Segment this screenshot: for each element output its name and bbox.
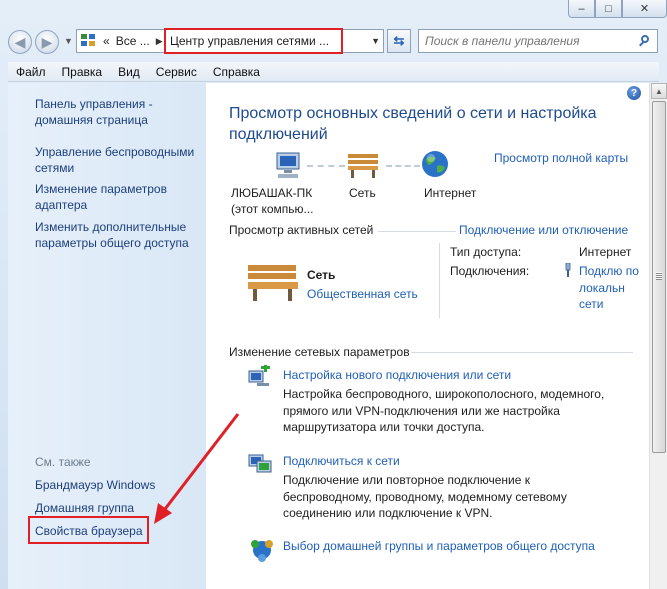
address-segment-current[interactable]: Центр управления сетями ... <box>164 28 343 54</box>
properties-divider <box>439 243 440 318</box>
address-overflow[interactable]: « <box>103 34 110 48</box>
local-connection-link[interactable]: Подклю по локальн сети <box>579 263 639 313</box>
task-homegroup-link[interactable]: Выбор домашней группы и параметров общег… <box>283 539 595 553</box>
sidebar-link-adapter-settings[interactable]: Изменение параметров адаптера <box>35 182 205 213</box>
search-icon[interactable] <box>639 35 651 47</box>
map-connector-1 <box>307 165 345 167</box>
caption-buttons: – □ ✕ <box>568 0 667 18</box>
close-button[interactable]: ✕ <box>622 0 667 18</box>
access-type-label: Тип доступа: <box>450 245 522 259</box>
public-network-bench-icon <box>248 265 298 301</box>
menu-view[interactable]: Вид <box>110 65 148 79</box>
page-title: Просмотр основных сведений о сети и наст… <box>229 105 597 143</box>
map-computer-sublabel: (этот компью... <box>231 202 314 216</box>
homegroup-icon <box>251 540 273 562</box>
menu-bar: Файл Правка Вид Сервис Справка <box>8 62 659 82</box>
map-computer-label: ЛЮБАШАК-ПК <box>231 186 313 200</box>
minimize-button[interactable]: – <box>568 0 595 18</box>
menu-help[interactable]: Справка <box>205 65 268 79</box>
chevron-right-icon[interactable]: ▶ <box>156 36 163 47</box>
change-settings-title: Изменение сетевых параметров <box>229 345 410 359</box>
wired-connection-icon <box>565 263 571 277</box>
refresh-icon: ⇆ <box>393 33 405 48</box>
highlight-box-browser-properties <box>28 516 149 544</box>
sidebar: Панель управления - домашняя страница Уп… <box>8 83 206 589</box>
access-type-value: Интернет <box>579 245 632 259</box>
scroll-up-button[interactable]: ▲ <box>651 83 667 99</box>
address-current-label: Центр управления сетями ... <box>170 34 330 48</box>
back-button[interactable]: ◀ <box>8 30 32 54</box>
menu-tools[interactable]: Сервис <box>148 65 205 79</box>
task-new-connection-desc: Настройка беспроводного, широкополосного… <box>283 387 605 434</box>
task-connect-network-desc: Подключение или повторное подключение к … <box>283 473 567 520</box>
menu-file[interactable]: Файл <box>8 65 54 79</box>
full-map-link[interactable]: Просмотр полной карты <box>494 151 628 165</box>
task-new-connection-link[interactable]: Настройка нового подключения или сети <box>283 368 511 382</box>
network-type-link[interactable]: Общественная сеть <box>307 287 418 301</box>
see-also-homegroup[interactable]: Домашняя группа <box>35 501 205 517</box>
map-network-label: Сеть <box>349 186 376 200</box>
section-divider <box>378 231 456 232</box>
computer-icon <box>276 152 300 178</box>
bench-icon <box>348 154 378 178</box>
navigation-row: ◀ ▶ ▼ « Все ... ▶ Центр управления сетям… <box>0 26 667 60</box>
address-dropdown-icon[interactable]: ▼ <box>371 36 380 46</box>
control-panel-icon <box>81 34 97 48</box>
task-connect-network-link[interactable]: Подключиться к сети <box>283 454 400 468</box>
window-frame: – □ ✕ ◀ ▶ ▼ « Все ... ▶ Центр управления… <box>0 0 667 589</box>
connect-network-icon <box>248 454 272 473</box>
see-also-heading: См. также <box>35 455 91 469</box>
sidebar-link-manage-wireless[interactable]: Управление беспроводными сетями <box>35 145 205 176</box>
scroll-thumb[interactable] <box>652 101 666 453</box>
see-also-firewall[interactable]: Брандмауэр Windows <box>35 478 205 494</box>
connections-label: Подключения: <box>450 264 530 278</box>
globe-icon <box>422 151 448 177</box>
address-segment-all[interactable]: Все ... <box>116 34 150 48</box>
scroll-grip-icon <box>656 272 662 280</box>
map-connector-2 <box>386 165 420 167</box>
main-content: ? Просмотр основных сведений о сети и на… <box>206 83 649 589</box>
forward-button[interactable]: ▶ <box>35 30 59 54</box>
address-bar[interactable]: « Все ... ▶ Центр управления сетями ... … <box>76 28 384 54</box>
sidebar-link-control-panel-home[interactable]: Панель управления - домашняя страница <box>35 97 205 128</box>
back-arrow-icon: ◀ <box>14 33 26 50</box>
active-networks-title: Просмотр активных сетей <box>229 223 374 237</box>
sidebar-link-advanced-sharing[interactable]: Изменить дополнительные параметры общего… <box>35 220 205 251</box>
section-divider <box>411 352 633 353</box>
search-box[interactable] <box>418 29 658 53</box>
search-input[interactable] <box>425 34 625 48</box>
help-icon[interactable]: ? <box>627 86 641 100</box>
menu-edit[interactable]: Правка <box>54 65 111 79</box>
vertical-scrollbar[interactable]: ▲ <box>649 83 667 589</box>
refresh-button[interactable]: ⇆ <box>387 29 411 53</box>
map-internet-label: Интернет <box>424 186 477 200</box>
forward-arrow-icon: ▶ <box>41 33 53 50</box>
active-network-name: Сеть <box>307 268 336 282</box>
recent-pages-dropdown[interactable]: ▼ <box>64 36 73 46</box>
new-connection-icon <box>248 365 270 386</box>
maximize-button[interactable]: □ <box>595 0 622 18</box>
connect-disconnect-link[interactable]: Подключение или отключение <box>459 223 628 237</box>
